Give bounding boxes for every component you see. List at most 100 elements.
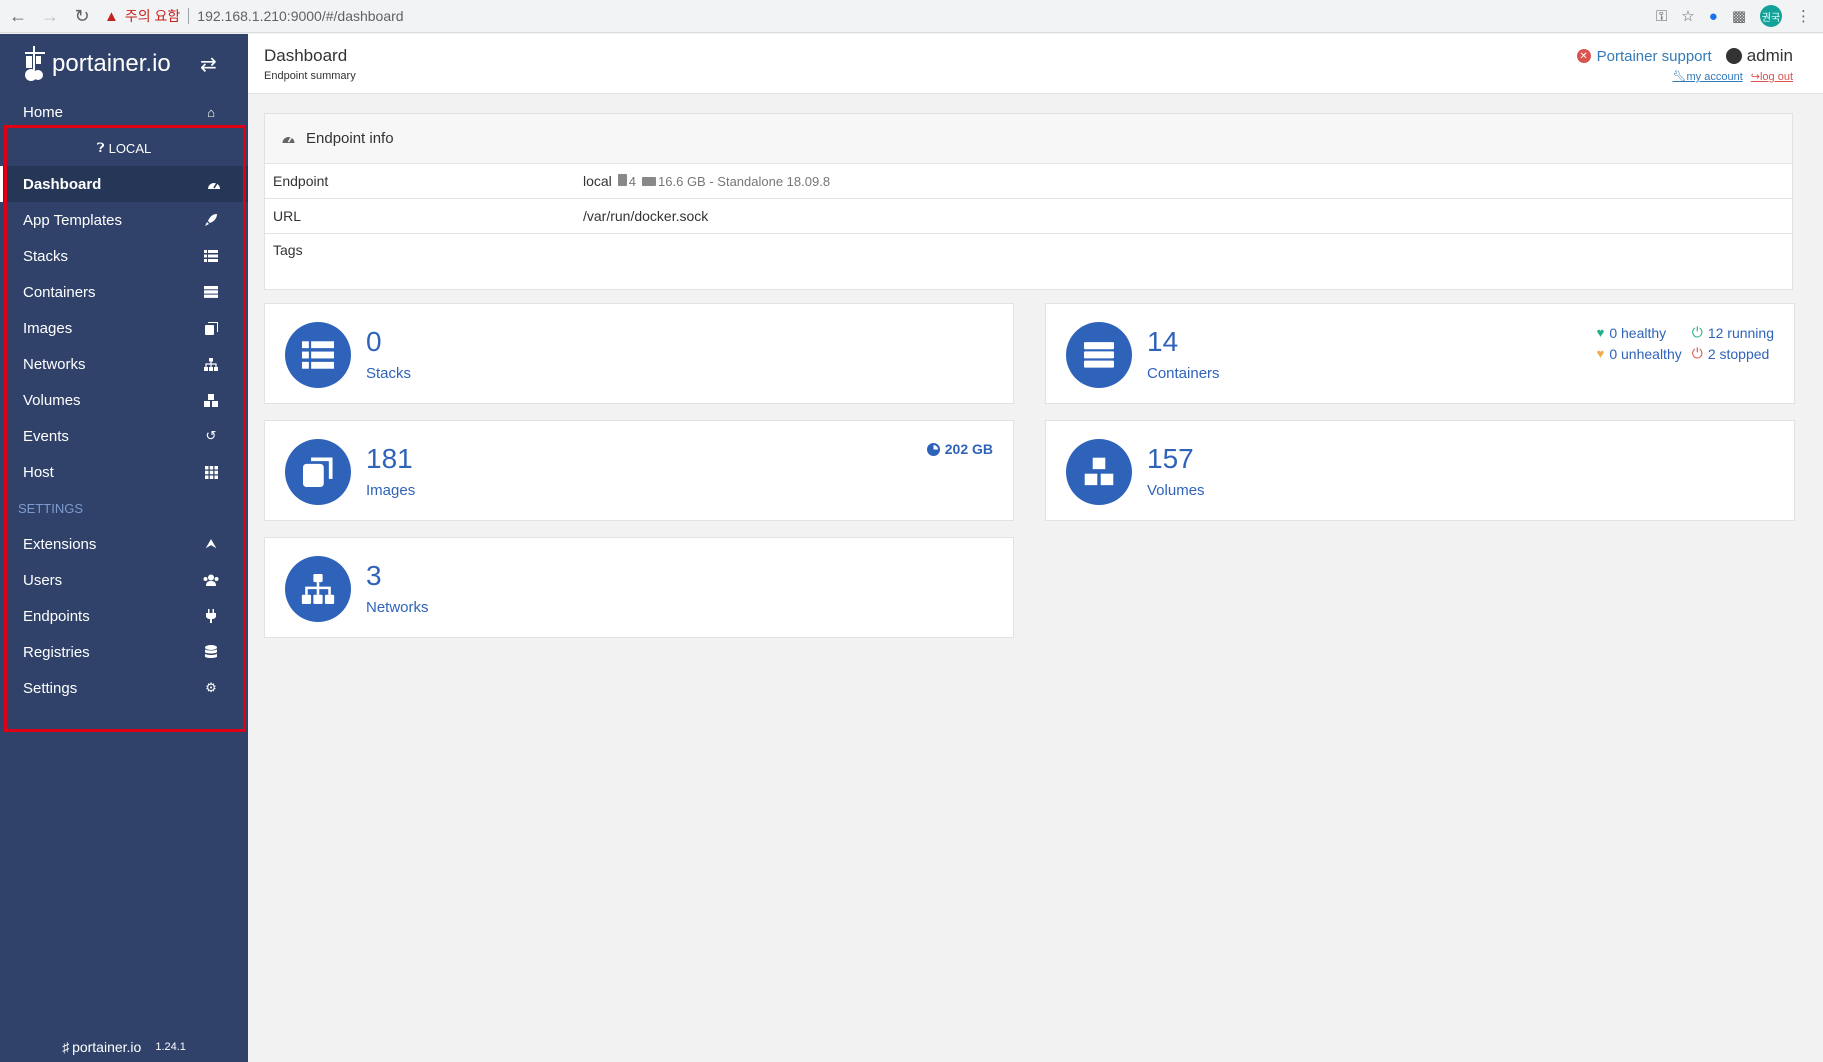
sidebar-item-events[interactable]: Events ↺ bbox=[0, 418, 248, 454]
sidebar-item-endpoints[interactable]: Endpoints bbox=[0, 598, 248, 634]
plug-icon: ❓︎ bbox=[96, 140, 105, 155]
networks-label: Networks bbox=[366, 599, 429, 616]
sidebar-item-extensions[interactable]: Extensions ⮝︎ bbox=[0, 526, 248, 562]
running-label: 12 running bbox=[1707, 324, 1774, 341]
version-label: 1.24.1 bbox=[155, 1041, 186, 1053]
tachometer-icon bbox=[206, 176, 222, 192]
divider bbox=[188, 8, 190, 24]
reload-icon[interactable]: ↻ bbox=[68, 2, 96, 30]
back-icon[interactable]: ← bbox=[4, 2, 32, 30]
healthy-stat: ♥ 0 healthy bbox=[1597, 324, 1682, 341]
exchange-icon[interactable]: ⇄ bbox=[200, 52, 217, 77]
home-icon: ⌂ bbox=[207, 104, 215, 120]
sidebar-item-label: Dashboard bbox=[23, 175, 102, 193]
unhealthy-label: 0 unhealthy bbox=[1609, 345, 1682, 362]
containers-tile[interactable]: 14 Containers ♥ 0 healthy ⏻ 12 running ♥ 0 … bbox=[1045, 303, 1795, 404]
sidebar-item-label: Registries bbox=[23, 643, 90, 661]
history-icon: ↺ bbox=[205, 428, 217, 443]
sidebar-item-volumes[interactable]: Volumes bbox=[0, 382, 248, 418]
database-icon bbox=[203, 644, 219, 660]
server-icon bbox=[1066, 322, 1132, 388]
sidebar-item-label: Settings bbox=[23, 679, 78, 697]
support-link[interactable]: ✕ Portainer support bbox=[1576, 47, 1712, 65]
stacks-label: Stacks bbox=[366, 365, 412, 382]
sidebar-item-settings[interactable]: Settings ⚙ bbox=[0, 670, 248, 706]
sidebar-item-registries[interactable]: Registries bbox=[0, 634, 248, 670]
sidebar-item-containers[interactable]: Containers bbox=[0, 274, 248, 310]
row-value: local 4 16.6 GB - Standalone 18.09.8 bbox=[583, 173, 830, 189]
sidebar-item-users[interactable]: Users bbox=[0, 562, 248, 598]
sidebar: portainer.io ⇄ Home ⌂ ❓︎ LOCAL Dashboard… bbox=[0, 34, 248, 1062]
star-icon[interactable]: ☆ bbox=[1681, 7, 1694, 25]
clone-icon bbox=[285, 439, 351, 505]
page-header: Dashboard Endpoint summary ✕ Portainer s… bbox=[248, 34, 1823, 94]
logout-label: log out bbox=[1759, 71, 1793, 83]
user-circle-icon bbox=[1725, 48, 1742, 64]
security-warning[interactable]: 주의 요함 bbox=[125, 6, 180, 26]
th-icon bbox=[203, 464, 219, 480]
running-stat: ⏻ 12 running bbox=[1692, 324, 1774, 341]
endpoint-info-widget: Endpoint info Endpoint local 4 16.6 GB -… bbox=[264, 113, 1793, 290]
table-row: URL /var/run/docker.sock bbox=[265, 199, 1792, 234]
logout-link[interactable]: ↪log out bbox=[1751, 70, 1793, 83]
sidebar-item-networks[interactable]: Networks bbox=[0, 346, 248, 382]
widget-title: Endpoint info bbox=[306, 130, 394, 147]
sidebar-item-host[interactable]: Host bbox=[0, 454, 248, 490]
row-value: /var/run/docker.sock bbox=[583, 208, 709, 224]
forward-icon[interactable]: → bbox=[36, 2, 64, 30]
unhealthy-stat: ♥ 0 unhealthy bbox=[1597, 345, 1682, 362]
portainer-logo-icon bbox=[25, 46, 45, 81]
endpoint-name: ❓︎ LOCAL bbox=[0, 130, 248, 166]
images-label: Images bbox=[366, 482, 416, 499]
brand-name: portainer.io bbox=[52, 50, 171, 77]
brand[interactable]: portainer.io ⇄ bbox=[0, 34, 248, 94]
chat-extension-icon[interactable]: ● bbox=[1709, 8, 1718, 25]
sidebar-footer: ♯ portainer.io 1.24.1 bbox=[0, 1032, 248, 1062]
my-account-link[interactable]: 🔧︎my account bbox=[1673, 70, 1743, 83]
images-tile[interactable]: 181 Images 202 GB bbox=[264, 420, 1014, 521]
header-user-area: ✕ Portainer support admin 🔧︎my account ↪… bbox=[1576, 46, 1793, 83]
sidebar-item-home[interactable]: Home ⌂ bbox=[0, 94, 248, 130]
plug-icon bbox=[203, 608, 219, 624]
containers-label: Containers bbox=[1147, 365, 1220, 382]
volumes-tile[interactable]: 157 Volumes bbox=[1045, 420, 1795, 521]
stacks-count: 0 bbox=[366, 326, 382, 357]
menu-icon[interactable]: ⋮ bbox=[1796, 7, 1811, 25]
power-off-icon: ⏻ bbox=[1691, 324, 1703, 340]
stacks-tile[interactable]: 0 Stacks bbox=[264, 303, 1014, 404]
warning-icon: ▲ bbox=[104, 7, 119, 25]
address-bar[interactable]: ▲ 주의 요함 192.168.1.210:9000/#/dashboard bbox=[104, 3, 1656, 29]
sidebar-item-stacks[interactable]: Stacks bbox=[0, 238, 248, 274]
table-row: Tags bbox=[265, 234, 1792, 289]
profile-avatar[interactable]: 권국 bbox=[1760, 5, 1782, 27]
microchip-icon bbox=[617, 173, 627, 186]
sitemap-icon bbox=[285, 556, 351, 622]
images-size-label: 202 GB bbox=[944, 441, 993, 457]
widget-header: Endpoint info bbox=[265, 114, 1792, 164]
sidebar-item-app-templates[interactable]: App Templates bbox=[0, 202, 248, 238]
endpoint-name-value: local bbox=[583, 173, 612, 189]
healthy-label: 0 healthy bbox=[1609, 324, 1667, 341]
url-text[interactable]: 192.168.1.210:9000/#/dashboard bbox=[197, 8, 403, 24]
my-account-label: my account bbox=[1686, 71, 1743, 83]
sidebar-item-dashboard[interactable]: Dashboard bbox=[0, 166, 248, 202]
networks-count: 3 bbox=[366, 560, 382, 591]
networks-tile[interactable]: 3 Networks bbox=[264, 537, 1014, 638]
stopped-label: 2 stopped bbox=[1707, 345, 1770, 362]
puzzle-icon[interactable]: ▩ bbox=[1732, 7, 1746, 25]
memory-value: 16.6 GB - Standalone 18.09.8 bbox=[658, 173, 831, 189]
username: admin bbox=[1746, 46, 1793, 65]
images-size: 202 GB bbox=[926, 441, 993, 457]
sidebar-item-images[interactable]: Images bbox=[0, 310, 248, 346]
server-icon bbox=[203, 284, 219, 300]
sidebar-item-label: Host bbox=[23, 463, 54, 481]
support-label: Portainer support bbox=[1596, 47, 1712, 65]
sign-out-icon: ↪ bbox=[1750, 71, 1760, 83]
heartbeat-icon: ♥ bbox=[1596, 346, 1605, 361]
row-key: Tags bbox=[273, 242, 303, 258]
th-list-icon bbox=[285, 322, 351, 388]
sitemap-icon bbox=[203, 356, 219, 372]
clone-icon bbox=[203, 320, 219, 336]
key-icon[interactable]: ⚿ bbox=[1656, 8, 1667, 25]
users-icon bbox=[203, 572, 219, 588]
